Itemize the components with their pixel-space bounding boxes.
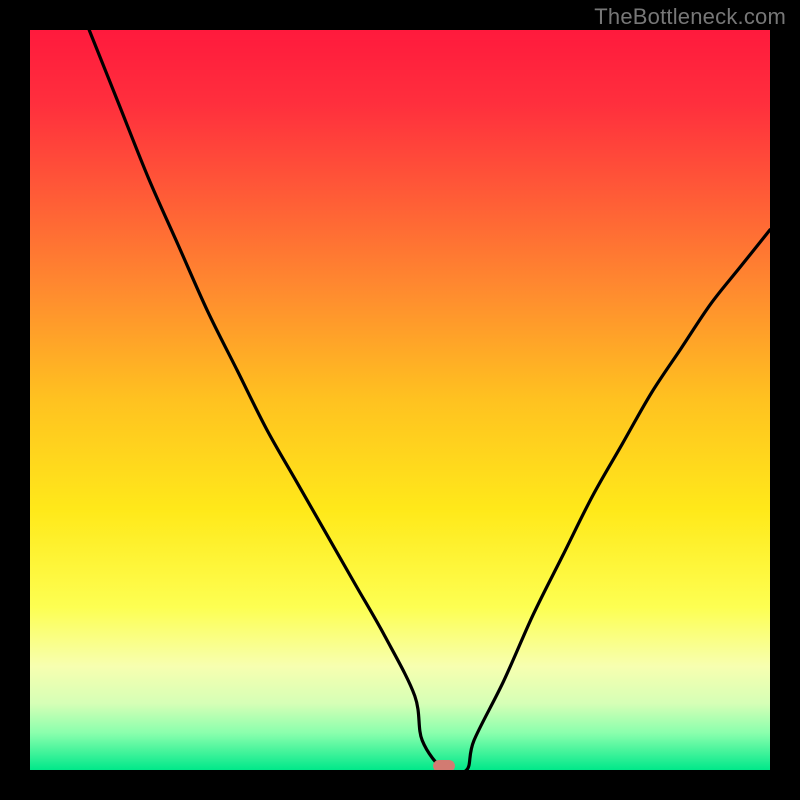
chart-plot-area — [30, 30, 770, 770]
watermark-text: TheBottleneck.com — [594, 4, 786, 30]
chart-curve — [30, 30, 770, 770]
optimal-point-marker — [433, 760, 455, 770]
chart-frame: TheBottleneck.com — [0, 0, 800, 800]
